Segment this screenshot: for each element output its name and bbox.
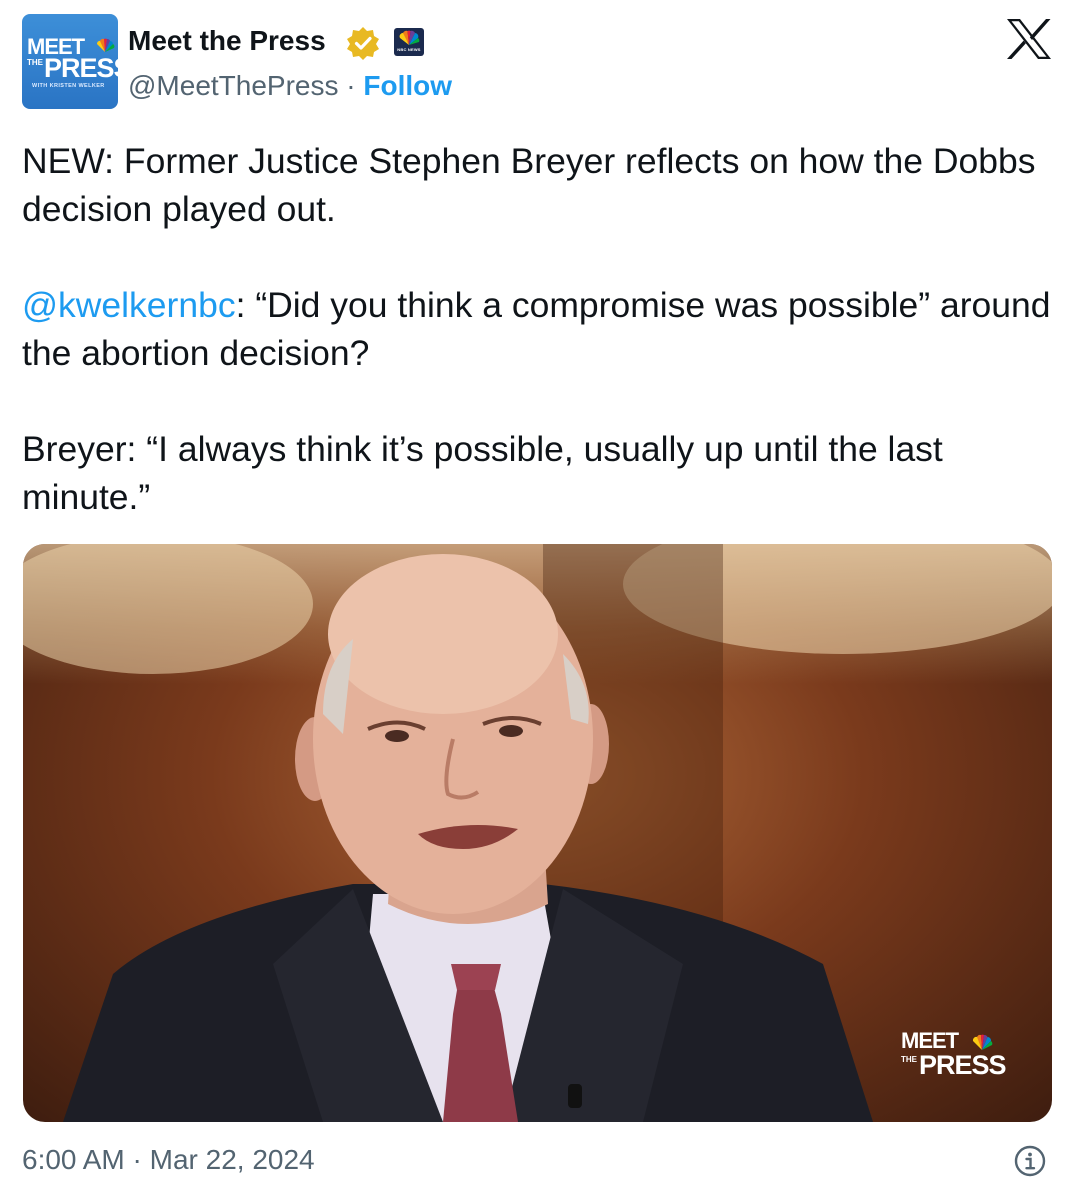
nbc-peacock-icon <box>96 38 115 52</box>
handle-line: @MeetThePress · Follow <box>128 68 452 104</box>
avatar[interactable]: MEET THE PRESS WITH KRISTEN WELKER <box>22 14 118 109</box>
watermark-text-press: PRESS <box>919 1050 1007 1080</box>
follow-button[interactable]: Follow <box>363 70 452 101</box>
avatar-subline: WITH KRISTEN WELKER <box>32 83 105 89</box>
nbc-peacock-icon <box>972 1034 993 1050</box>
verified-badge-icon[interactable] <box>346 26 380 60</box>
watermark-text-meet: MEET <box>901 1028 959 1053</box>
portrait-illustration <box>23 544 1052 1122</box>
info-icon[interactable] <box>1014 1145 1046 1177</box>
separator: · <box>346 70 356 101</box>
separator: · <box>132 1144 142 1175</box>
post-date: Mar 22, 2024 <box>149 1144 315 1175</box>
post-time: 6:00 AM <box>22 1144 125 1175</box>
avatar-text-the: THE <box>27 58 43 67</box>
mention-link[interactable]: @kwelkernbc <box>22 285 236 325</box>
display-name[interactable]: Meet the Press <box>128 24 326 58</box>
tweet-paragraph-1: NEW: Former Justice Stephen Breyer refle… <box>22 141 1036 229</box>
timestamp[interactable]: 6:00 AM · Mar 22, 2024 <box>22 1142 315 1178</box>
x-logo-icon[interactable] <box>1006 18 1052 60</box>
user-handle[interactable]: @MeetThePress <box>128 70 339 101</box>
nbc-news-affiliate-icon[interactable]: NBC NEWS <box>394 28 424 56</box>
watermark-text-the: THE <box>901 1055 917 1064</box>
watermark-logo: MEET THE PRESS <box>901 1030 1011 1084</box>
nbc-peacock-icon <box>399 30 420 45</box>
tweet-text: NEW: Former Justice Stephen Breyer refle… <box>22 137 1052 521</box>
tweet-paragraph-3: Breyer: “I always think it’s possible, u… <box>22 429 943 517</box>
avatar-text-press: PRESS <box>44 53 118 83</box>
media-image[interactable]: MEET THE PRESS <box>23 544 1052 1122</box>
affiliate-label: NBC NEWS <box>397 47 421 52</box>
tweet-paragraph-2: @kwelkernbc: “Did you think a compromise… <box>22 281 1052 377</box>
